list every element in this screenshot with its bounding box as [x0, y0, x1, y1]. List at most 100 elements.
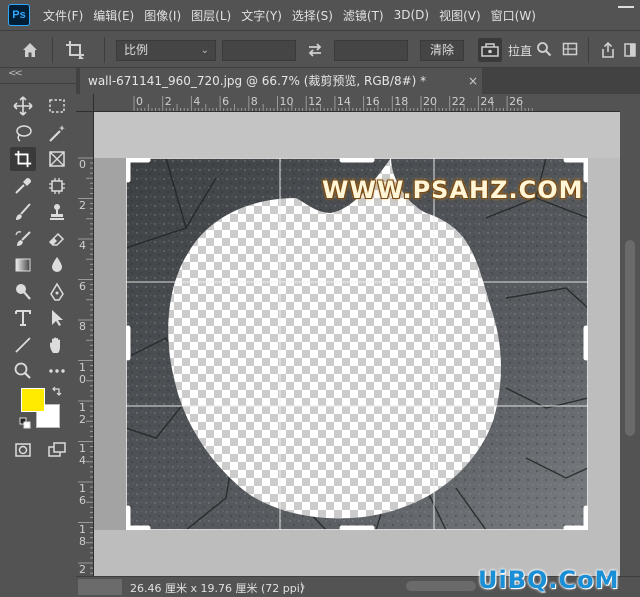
move-icon [13, 96, 33, 116]
photoshop-logo: Ps [8, 4, 30, 26]
document-image[interactable] [126, 158, 588, 530]
path-select-tool[interactable] [44, 306, 70, 330]
more-tools[interactable] [44, 359, 70, 383]
clear-button[interactable]: 清除 [420, 40, 464, 61]
search-icon[interactable] [536, 41, 552, 57]
more-icon [49, 369, 65, 373]
chevron-down-icon: ⌄ [200, 45, 209, 56]
site-logo: UiBQ.CoM [478, 566, 620, 594]
zoom-tool[interactable] [10, 359, 36, 383]
quick-mask-icon [15, 443, 31, 457]
status-menu-icon[interactable]: 〉 [300, 579, 311, 595]
watermark-text: WWW.PSAHZ.COM [322, 176, 584, 204]
ruler-ticks [133, 96, 533, 111]
screen-mode-icon [48, 442, 66, 457]
menu-layer[interactable]: 图层(L) [186, 7, 236, 24]
vertical-scrollbar[interactable] [620, 112, 640, 576]
level-icon [481, 43, 499, 57]
stamp-icon [50, 204, 64, 220]
ruler-origin[interactable] [76, 94, 94, 112]
height-input[interactable] [334, 40, 408, 61]
eyedropper-tool[interactable] [10, 174, 36, 198]
menu-3d[interactable]: 3D(D) [389, 8, 434, 22]
zoom-field[interactable] [78, 579, 122, 595]
ruler-ticks [78, 157, 93, 574]
hand-icon [50, 337, 60, 353]
dodge-tool[interactable] [10, 280, 36, 304]
eraser-icon [48, 232, 65, 246]
collapse-panel-icon[interactable]: << [8, 68, 23, 79]
options-bar: 比例 ⌄ 清除 拉直 [0, 30, 640, 68]
marquee-tool[interactable] [44, 94, 70, 118]
width-input[interactable] [222, 40, 296, 61]
default-colors-icon[interactable] [19, 417, 31, 429]
menu-type[interactable]: 文字(Y) [236, 7, 287, 24]
swap-colors-icon[interactable] [51, 386, 63, 398]
separator [104, 37, 105, 63]
close-icon[interactable]: × [468, 68, 478, 94]
type-tool[interactable] [10, 306, 36, 330]
crop-shield-top [94, 112, 620, 158]
blur-tool[interactable] [44, 253, 70, 277]
lasso-tool[interactable] [10, 121, 36, 145]
menu-file[interactable]: 文件(F) [38, 7, 88, 24]
history-brush-tool[interactable] [10, 227, 36, 251]
vertical-ruler[interactable]: 024681 01 21 41 61 82 0 [76, 112, 94, 576]
document-tab-bar: wall-671141_960_720.jpg @ 66.7% (裁剪预览, R… [76, 68, 640, 94]
separator [588, 37, 589, 63]
swap-icon[interactable] [306, 41, 324, 59]
brush-tool[interactable] [10, 200, 36, 224]
straighten-label: 拉直 [508, 44, 533, 58]
share-icon[interactable] [600, 41, 616, 59]
line-tool[interactable] [10, 333, 36, 357]
panel-toggle-icon[interactable] [624, 41, 636, 59]
grid-overlay-icon[interactable] [562, 41, 578, 57]
chip-icon [49, 178, 65, 194]
document-dimensions: 26.46 厘米 x 19.76 厘米 (72 ppi) [130, 582, 305, 595]
ratio-select[interactable]: 比例 ⌄ [116, 40, 216, 61]
frame-icon [49, 151, 65, 167]
tools-panel: << [0, 68, 76, 597]
menu-edit[interactable]: 编辑(E) [88, 7, 139, 24]
line-icon [15, 337, 31, 353]
pen-icon [50, 282, 64, 301]
drop-icon [52, 257, 62, 272]
crop-tool[interactable] [10, 147, 36, 171]
canvas-area[interactable]: WWW.PSAHZ.COM [94, 112, 620, 576]
horizontal-ruler[interactable]: 0 2 4 6 8 10 12 14 16 18 20 22 24 26 [94, 94, 620, 112]
screen-mode-button[interactable] [44, 438, 70, 462]
menu-image[interactable]: 图像(I) [139, 7, 186, 24]
frame-tool[interactable] [44, 147, 70, 171]
menu-view[interactable]: 视图(V) [434, 7, 486, 24]
crop-shield-right [588, 158, 620, 530]
stamp-tool[interactable] [44, 200, 70, 224]
foreground-color-swatch[interactable] [21, 388, 45, 412]
vertical-scroll-thumb[interactable] [625, 240, 635, 436]
document-tab[interactable]: wall-671141_960_720.jpg @ 66.7% (裁剪预览, R… [80, 68, 482, 94]
menu-filter[interactable]: 滤镜(T) [338, 7, 389, 24]
ratio-select-value: 比例 [124, 43, 149, 57]
separator [52, 37, 53, 63]
zoom-icon [14, 362, 31, 379]
home-icon[interactable] [20, 40, 40, 60]
menu-window[interactable]: 窗口(W) [486, 7, 541, 24]
crop-icon [14, 150, 32, 168]
eraser-tool[interactable] [44, 227, 70, 251]
crop-tool-preset-icon[interactable] [64, 39, 86, 61]
horizontal-scroll-thumb[interactable] [406, 581, 476, 591]
magic-wand-tool[interactable] [44, 121, 70, 145]
divider [0, 83, 76, 84]
quick-mask-button[interactable] [10, 438, 36, 462]
hand-tool[interactable] [44, 333, 70, 357]
move-tool[interactable] [10, 94, 36, 118]
pen-tool[interactable] [44, 280, 70, 304]
straighten-button[interactable] [478, 38, 502, 62]
type-icon [15, 310, 31, 326]
frame-select-tool[interactable] [44, 174, 70, 198]
minimize-button[interactable] [618, 6, 634, 22]
marquee-icon [49, 99, 65, 113]
crop-shield-left [94, 158, 126, 530]
history-brush-icon [15, 231, 31, 246]
menu-select[interactable]: 选择(S) [287, 7, 338, 24]
gradient-tool[interactable] [10, 253, 36, 277]
